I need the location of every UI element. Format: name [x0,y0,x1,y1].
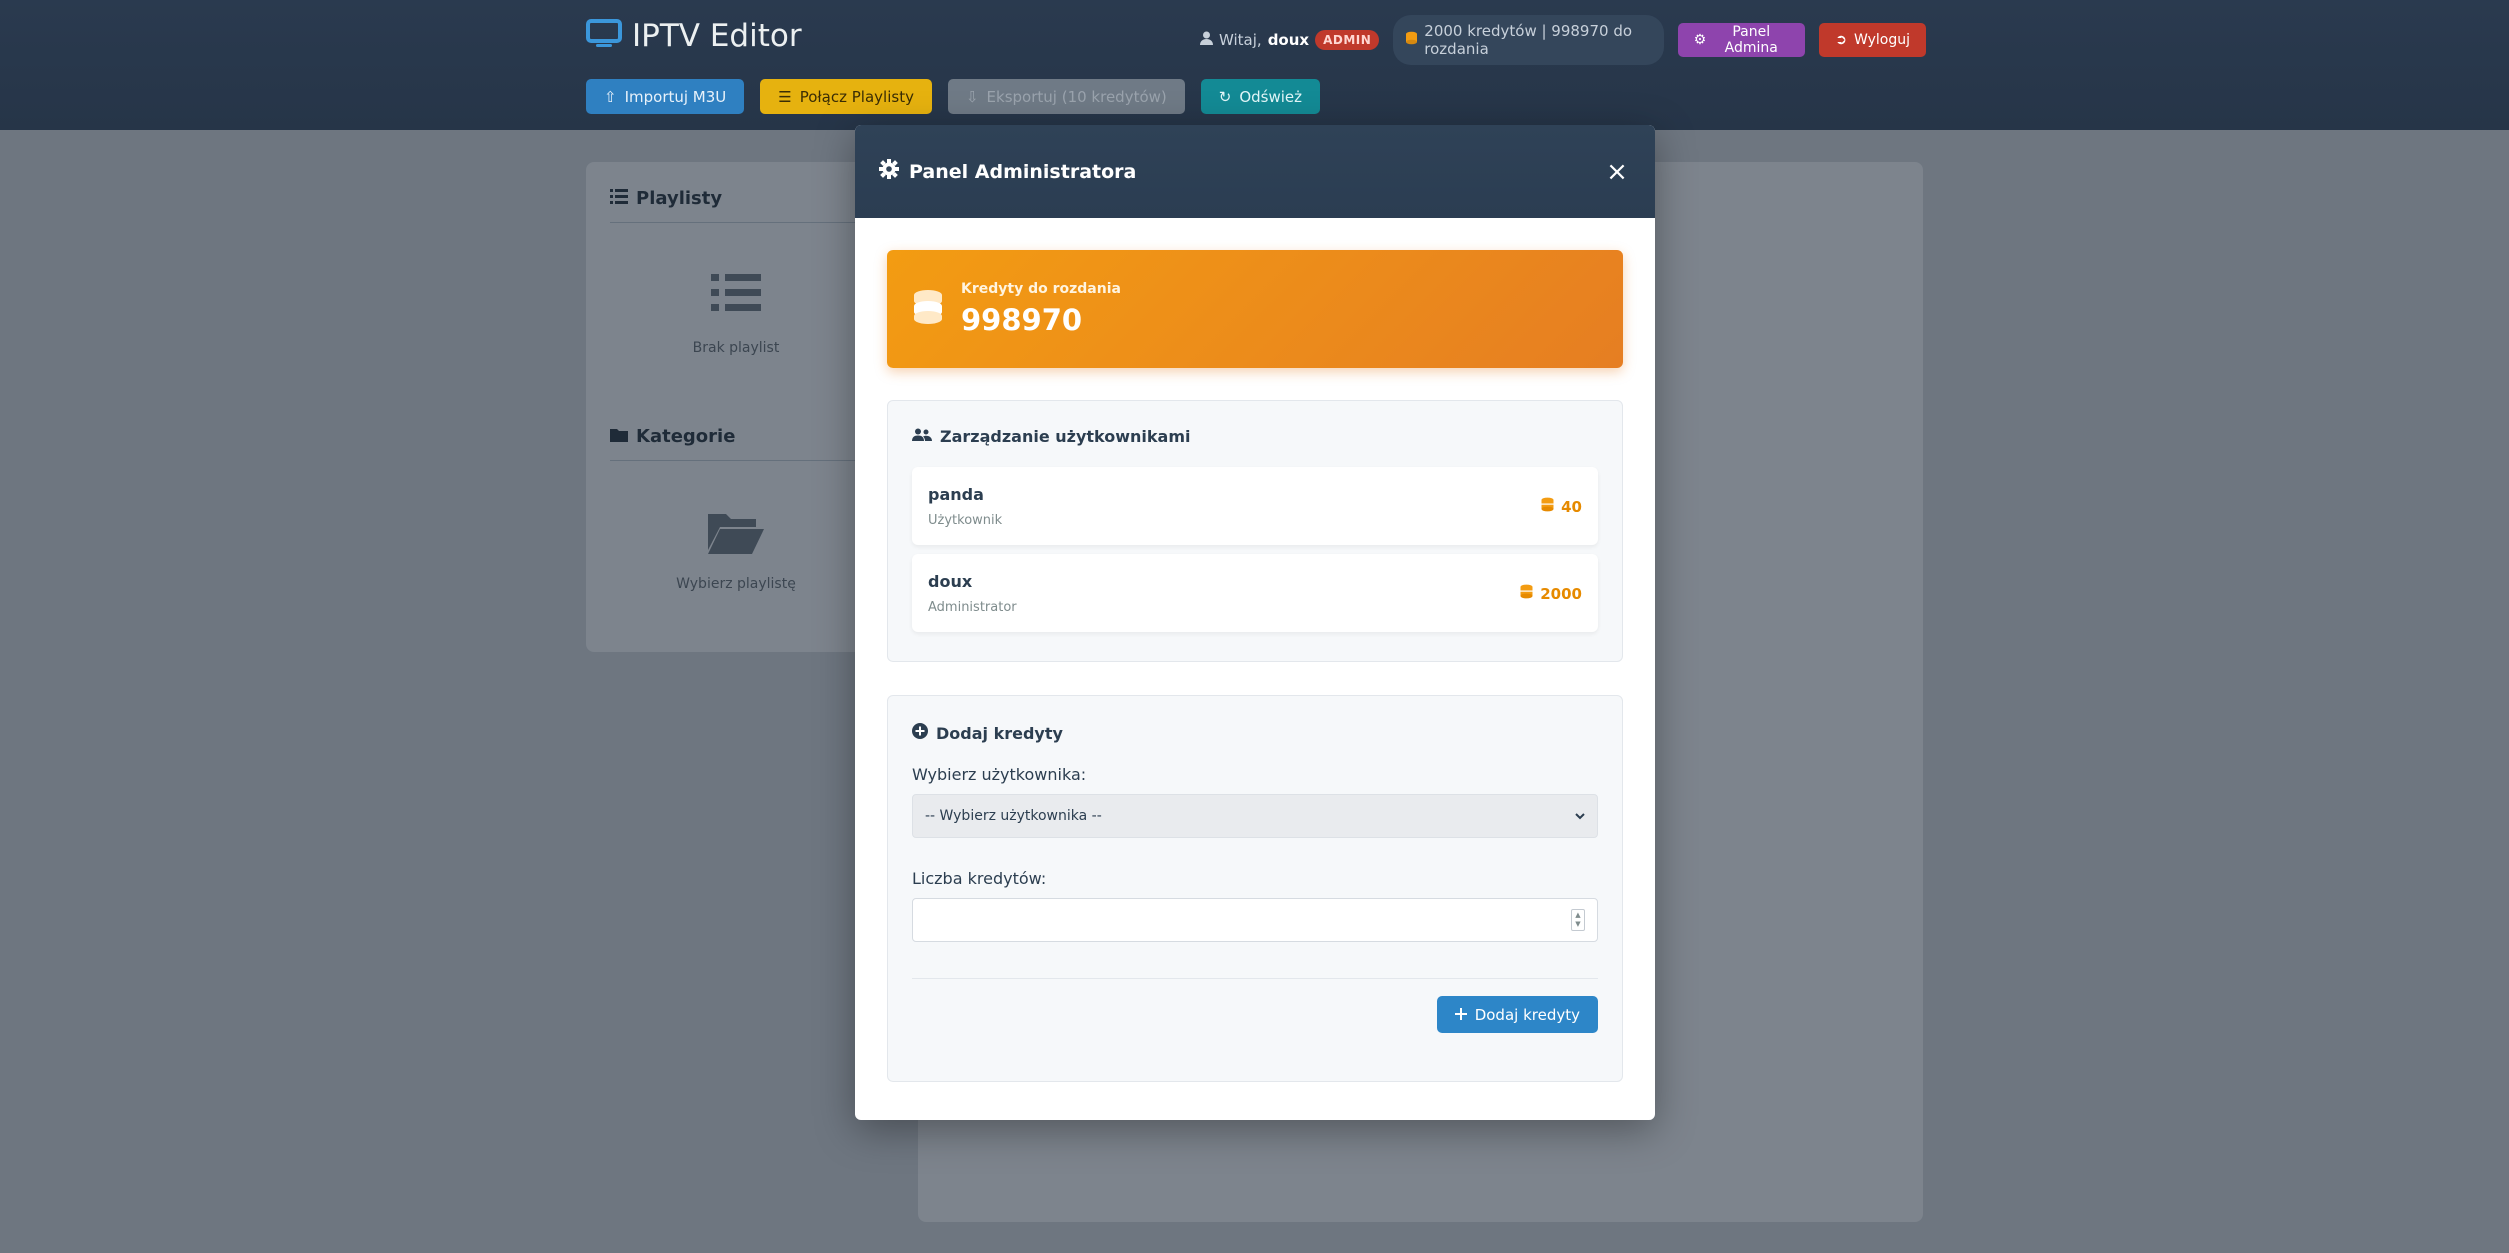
coins-icon [1405,31,1418,49]
categories-heading: Kategorie [610,426,735,447]
app-title: IPTV Editor [632,18,802,54]
playlists-heading: Playlisty [610,188,722,209]
credits-summary: 2000 kredytów | 998970 do rozdania [1393,15,1664,65]
download-icon: ⇩ [965,87,979,106]
admin-panel-label: Panel Admina [1724,24,1778,56]
close-modal-button[interactable]: × [1603,156,1631,187]
spinner-down-icon[interactable]: ▼ [1575,920,1580,929]
merge-playlists-button[interactable]: ☰ Połącz Playlisty [760,79,932,114]
add-credits-button[interactable]: Dodaj kredyty [1436,996,1598,1033]
cog-icon [879,159,899,184]
cog-icon: ⚙ [1693,32,1707,48]
divider [912,978,1598,979]
logout-button[interactable]: ➲ Wyloguj [1819,23,1926,57]
user-select-label: Wybierz użytkownika: [912,765,1087,784]
tv-icon [586,19,622,53]
admin-modal: Panel Administratora × Kredyty do rozdan… [855,125,1655,1120]
logout-icon: ➲ [1835,32,1847,48]
export-button[interactable]: ⇩ Eksportuj (10 kredytów) [947,79,1185,114]
categories-title: Kategorie [636,426,736,447]
logout-label: Wyloguj [1854,32,1910,48]
users-icon [912,427,932,446]
playlists-title: Playlisty [636,188,723,209]
plus-icon [1454,1006,1467,1024]
user-role: Użytkownik [928,513,1003,528]
user-credits-value: 2000 [1540,584,1582,603]
credit-amount-input[interactable]: ▲ ▼ [912,898,1598,942]
spinner-up-icon[interactable]: ▲ [1575,911,1580,920]
categories-empty-text: Wybierz playlistę [676,576,796,592]
refresh-button[interactable]: ↻ Odśwież [1200,79,1321,114]
user-credits-value: 40 [1561,497,1582,516]
amount-label: Liczba kredytów: [912,869,1047,888]
modal-header: Panel Administratora × [855,125,1655,218]
user-name: doux [928,572,973,591]
upload-icon: ⇧ [604,87,617,106]
plus-circle-icon [912,723,928,743]
merge-label: Połącz Playlisty [799,87,914,106]
chevron-down-icon [1575,808,1585,824]
toolbar: ⇧ Importuj M3U ☰ Połącz Playlisty ⇩ Eksp… [586,79,1321,114]
playlists-empty-text: Brak playlist [692,340,780,356]
user-select[interactable]: -- Wybierz użytkownika -- [912,794,1598,838]
import-label: Importuj M3U [624,87,727,106]
modal-title: Panel Administratora [879,159,1136,184]
user-role: Administrator [928,600,1017,615]
number-spinner[interactable]: ▲ ▼ [1571,909,1585,931]
user-row-doux[interactable]: doux Administrator 2000 [912,554,1598,632]
app-header: IPTV Editor Witaj, doux ADMIN 2000 kredy… [0,0,2509,130]
user-credits: 40 [1540,497,1582,516]
available-credits-card: Kredyty do rozdania 998970 [887,250,1623,368]
user-area: Witaj, doux ADMIN 2000 kredytów | 998970… [1200,15,1926,65]
admin-panel-button[interactable]: ⚙ Panel Admina [1677,23,1806,57]
add-credits-heading: Dodaj kredyty [912,723,1063,743]
import-m3u-button[interactable]: ⇧ Importuj M3U [586,79,745,114]
refresh-icon: ↻ [1218,87,1232,106]
list-icon [711,272,761,318]
refresh-label: Odśwież [1239,87,1303,106]
layers-icon: ☰ [778,87,792,106]
coins-icon [911,289,945,329]
user-name: panda [928,485,984,504]
modal-title-text: Panel Administratora [909,160,1137,183]
divider [610,222,890,223]
current-username: doux [1267,31,1310,49]
user-credits: 2000 [1519,584,1582,603]
folder-icon [610,426,628,447]
export-label: Eksportuj (10 kredytów) [986,87,1167,106]
available-credits-label: Kredyty do rozdania [961,281,1121,297]
welcome-text: Witaj, doux ADMIN [1200,30,1380,50]
list-icon [610,188,628,209]
welcome-label: Witaj, [1219,31,1262,49]
coins-icon [1540,497,1555,516]
credits-summary-text: 2000 kredytów | 998970 do rozdania [1424,22,1633,58]
close-icon: × [1606,156,1628,187]
available-credits-value: 998970 [961,303,1083,337]
user-management-title: Zarządzanie użytkownikami [940,427,1191,446]
brand: IPTV Editor [586,18,802,54]
folder-open-icon [708,510,764,558]
add-credits-button-label: Dodaj kredyty [1474,1005,1580,1024]
user-row-panda[interactable]: panda Użytkownik 40 [912,467,1598,545]
add-credits-section: Dodaj kredyty Wybierz użytkownika: -- Wy… [887,695,1623,1082]
user-icon [1200,31,1213,49]
coins-icon [1519,584,1534,603]
user-select-value: -- Wybierz użytkownika -- [925,808,1102,824]
add-credits-title: Dodaj kredyty [936,723,1063,743]
divider [610,460,890,461]
user-management-section: Zarządzanie użytkownikami panda Użytkown… [887,400,1623,662]
user-management-heading: Zarządzanie użytkownikami [912,427,1191,446]
role-badge: ADMIN [1315,30,1380,50]
